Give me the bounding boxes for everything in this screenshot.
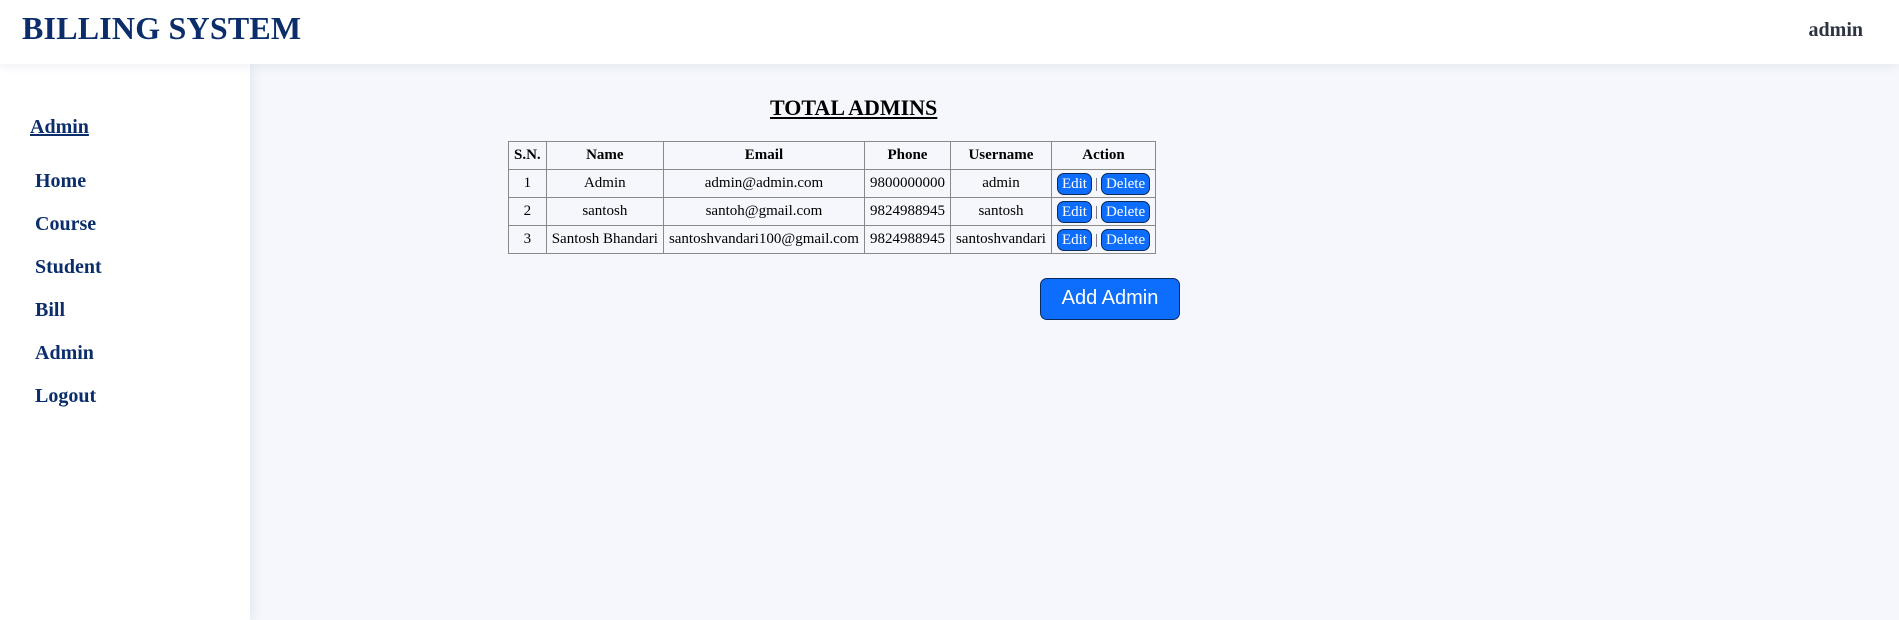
cell-email: santoshvandari100@gmail.com [662, 225, 865, 254]
delete-button[interactable]: Delete [1100, 228, 1151, 251]
column-header-sn: S.N. [508, 141, 547, 170]
action-separator: | [1094, 203, 1098, 220]
edit-button[interactable]: Edit [1056, 172, 1092, 195]
table-row: 3 Santosh Bhandari santoshvandari100@gma… [508, 225, 1157, 254]
cell-name: Santosh Bhandari [545, 225, 664, 254]
delete-button[interactable]: Delete [1100, 200, 1151, 223]
sidebar-item-student[interactable]: Student [35, 256, 102, 299]
cell-name: Admin [545, 169, 664, 198]
cell-username: santosh [949, 197, 1052, 226]
cell-action: Edit | Delete [1050, 169, 1157, 198]
cell-action: Edit | Delete [1050, 197, 1157, 226]
sidebar-item-bill[interactable]: Bill [35, 299, 102, 342]
cell-phone: 9824988945 [863, 197, 951, 226]
table-row: 2 santosh santoh@gmail.com 9824988945 sa… [508, 197, 1157, 226]
cell-sn: 3 [508, 225, 547, 254]
sidebar-item-course[interactable]: Course [35, 213, 102, 256]
cell-username: santoshvandari [949, 225, 1052, 254]
cell-email: santoh@gmail.com [662, 197, 865, 226]
sidebar-nav: Home Course Student Bill Admin Logout [35, 170, 102, 428]
sidebar-item-home[interactable]: Home [35, 170, 102, 213]
action-separator: | [1094, 175, 1098, 192]
cell-username: admin [949, 169, 1052, 198]
page-title: TOTAL ADMINS [770, 95, 938, 120]
admins-table: S.N. Name Email Phone Username Action 1 … [508, 141, 1157, 254]
column-header-name: Name [545, 141, 664, 170]
current-user[interactable]: admin [1809, 19, 1863, 42]
edit-button[interactable]: Edit [1056, 228, 1092, 251]
cell-sn: 2 [508, 197, 547, 226]
cell-action: Edit | Delete [1050, 225, 1157, 254]
column-header-username: Username [949, 141, 1052, 170]
table-row: 1 Admin admin@admin.com 9800000000 admin… [508, 169, 1157, 198]
sidebar-item-admin[interactable]: Admin [35, 342, 102, 385]
cell-phone: 9800000000 [863, 169, 951, 198]
delete-button[interactable]: Delete [1100, 172, 1151, 195]
app-title: BILLING SYSTEM [22, 10, 302, 46]
cell-name: santosh [545, 197, 664, 226]
sidebar-title[interactable]: Admin [30, 116, 89, 139]
cell-phone: 9824988945 [863, 225, 951, 254]
table-header-row: S.N. Name Email Phone Username Action [508, 141, 1157, 170]
column-header-phone: Phone [863, 141, 951, 170]
sidebar: Admin Home Course Student Bill Admin Log… [0, 64, 250, 620]
top-bar: BILLING SYSTEM admin [0, 0, 1899, 64]
action-separator: | [1094, 231, 1098, 248]
column-header-action: Action [1050, 141, 1157, 170]
sidebar-item-logout[interactable]: Logout [35, 385, 102, 428]
cell-email: admin@admin.com [662, 169, 865, 198]
edit-button[interactable]: Edit [1056, 200, 1092, 223]
cell-sn: 1 [508, 169, 547, 198]
column-header-email: Email [662, 141, 865, 170]
add-admin-button[interactable]: Add Admin [1040, 278, 1180, 320]
